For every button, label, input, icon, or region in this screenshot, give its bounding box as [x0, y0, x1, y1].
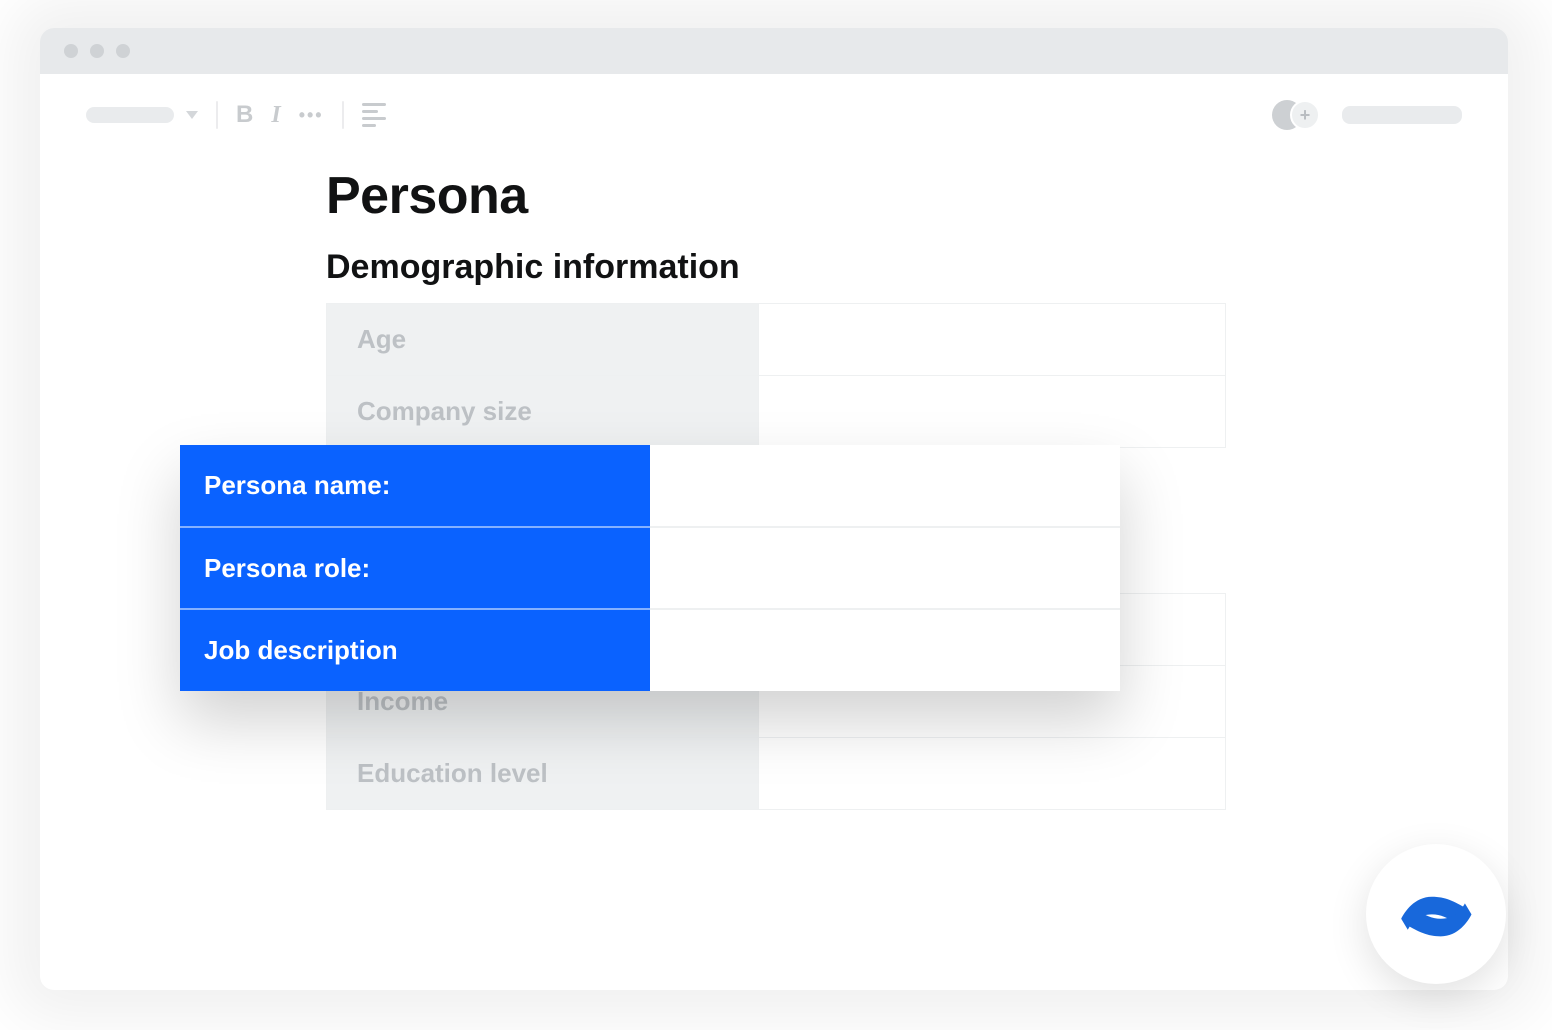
- collaborator-avatars[interactable]: +: [1272, 100, 1324, 130]
- row-label: Company size: [327, 376, 759, 448]
- page-title: Persona: [326, 166, 1226, 226]
- row-value[interactable]: [650, 527, 1120, 609]
- row-label: Persona name:: [180, 445, 650, 527]
- window-control-zoom[interactable]: [116, 44, 130, 58]
- row-label: Age: [327, 304, 759, 376]
- table-row: Persona name:: [180, 445, 1120, 527]
- table-row: Age: [327, 304, 1226, 376]
- chevron-down-icon: [186, 111, 198, 119]
- add-collaborator-button[interactable]: +: [1290, 100, 1320, 130]
- row-value[interactable]: [650, 609, 1120, 691]
- align-left-icon[interactable]: [362, 103, 386, 127]
- table-row: Education level: [327, 738, 1226, 810]
- toolbar-divider: [342, 101, 344, 129]
- italic-button[interactable]: I: [271, 103, 280, 127]
- table-row: Persona role:: [180, 527, 1120, 609]
- row-value[interactable]: [758, 304, 1225, 376]
- row-label: Persona role:: [180, 527, 650, 609]
- demographic-table-1: Age Company size: [326, 303, 1226, 448]
- table-row: Job description: [180, 609, 1120, 691]
- more-formatting-button[interactable]: •••: [299, 106, 324, 124]
- section-heading: Demographic information: [326, 248, 1226, 287]
- primary-action-placeholder[interactable]: [1342, 106, 1462, 124]
- toolbar-divider: [216, 101, 218, 129]
- bold-button[interactable]: B: [236, 103, 253, 127]
- window-control-minimize[interactable]: [90, 44, 104, 58]
- row-value[interactable]: [758, 738, 1225, 810]
- row-label: Job description: [180, 609, 650, 691]
- editor-toolbar: B I ••• +: [40, 74, 1508, 156]
- row-value[interactable]: [758, 376, 1225, 448]
- row-label: Education level: [327, 738, 759, 810]
- confluence-logo-badge: [1366, 844, 1506, 984]
- confluence-icon: [1399, 877, 1473, 951]
- style-dropdown-placeholder[interactable]: [86, 107, 174, 123]
- window-titlebar: [40, 28, 1508, 74]
- table-row: Company size: [327, 376, 1226, 448]
- row-value[interactable]: [650, 445, 1120, 527]
- persona-overlay-table: Persona name: Persona role: Job descript…: [180, 445, 1120, 691]
- window-control-close[interactable]: [64, 44, 78, 58]
